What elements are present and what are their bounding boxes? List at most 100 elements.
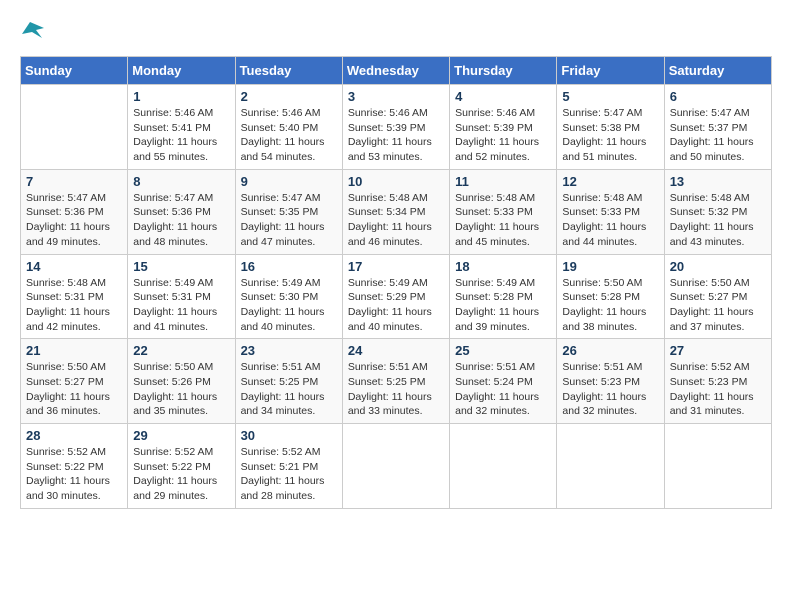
day-detail: Sunrise: 5:47 AMSunset: 5:35 PMDaylight:…	[241, 191, 337, 250]
logo	[20, 20, 44, 46]
day-number: 14	[26, 259, 122, 274]
day-detail: Sunrise: 5:50 AMSunset: 5:27 PMDaylight:…	[670, 276, 766, 335]
calendar-cell: 19 Sunrise: 5:50 AMSunset: 5:28 PMDayligh…	[557, 254, 664, 339]
page-header	[20, 20, 772, 46]
day-number: 4	[455, 89, 551, 104]
column-header-thursday: Thursday	[450, 57, 557, 85]
calendar-cell: 28 Sunrise: 5:52 AMSunset: 5:22 PMDayligh…	[21, 424, 128, 509]
calendar-cell: 5Sunrise: 5:47 AMSunset: 5:38 PMDaylight…	[557, 85, 664, 170]
calendar-cell: 24 Sunrise: 5:51 AMSunset: 5:25 PMDayligh…	[342, 339, 449, 424]
day-detail: Sunrise: 5:52 AMSunset: 5:22 PMDaylight:…	[133, 445, 229, 504]
logo-bird-icon	[22, 20, 44, 42]
day-number: 21	[26, 343, 122, 358]
header-row: SundayMondayTuesdayWednesdayThursdayFrid…	[21, 57, 772, 85]
day-number: 23	[241, 343, 337, 358]
day-number: 30	[241, 428, 337, 443]
day-detail: Sunrise: 5:46 AMSunset: 5:39 PMDaylight:…	[348, 106, 444, 165]
calendar-cell	[664, 424, 771, 509]
calendar-cell: 15 Sunrise: 5:49 AMSunset: 5:31 PMDayligh…	[128, 254, 235, 339]
calendar-body: 1 Sunrise: 5:46 AMSunset: 5:41 PMDaylight…	[21, 85, 772, 509]
calendar-cell: 2 Sunrise: 5:46 AMSunset: 5:40 PMDaylight…	[235, 85, 342, 170]
week-row-1: 1 Sunrise: 5:46 AMSunset: 5:41 PMDaylight…	[21, 85, 772, 170]
day-detail: Sunrise: 5:50 AMSunset: 5:26 PMDaylight:…	[133, 360, 229, 419]
day-number: 24	[348, 343, 444, 358]
calendar-cell: 27 Sunrise: 5:52 AMSunset: 5:23 PMDayligh…	[664, 339, 771, 424]
day-detail: Sunrise: 5:52 AMSunset: 5:22 PMDaylight:…	[26, 445, 122, 504]
calendar-cell: 7 Sunrise: 5:47 AMSunset: 5:36 PMDaylight…	[21, 169, 128, 254]
day-detail: Sunrise: 5:51 AMSunset: 5:25 PMDaylight:…	[241, 360, 337, 419]
day-number: 8	[133, 174, 229, 189]
day-detail: Sunrise: 5:46 AMSunset: 5:40 PMDaylight:…	[241, 106, 337, 165]
day-detail: Sunrise: 5:49 AMSunset: 5:28 PMDaylight:…	[455, 276, 551, 335]
day-number: 12	[562, 174, 658, 189]
day-number: 16	[241, 259, 337, 274]
calendar-cell: 12 Sunrise: 5:48 AMSunset: 5:33 PMDayligh…	[557, 169, 664, 254]
day-detail: Sunrise: 5:50 AMSunset: 5:28 PMDaylight:…	[562, 276, 658, 335]
day-detail: Sunrise: 5:49 AMSunset: 5:30 PMDaylight:…	[241, 276, 337, 335]
day-detail: Sunrise: 5:47 AMSunset: 5:37 PMDaylight:…	[670, 106, 766, 165]
week-row-4: 21Sunrise: 5:50 AMSunset: 5:27 PMDayligh…	[21, 339, 772, 424]
column-header-monday: Monday	[128, 57, 235, 85]
calendar-cell	[21, 85, 128, 170]
calendar-table: SundayMondayTuesdayWednesdayThursdayFrid…	[20, 56, 772, 509]
day-number: 25	[455, 343, 551, 358]
day-number: 26	[562, 343, 658, 358]
day-detail: Sunrise: 5:48 AMSunset: 5:33 PMDaylight:…	[562, 191, 658, 250]
day-detail: Sunrise: 5:47 AMSunset: 5:36 PMDaylight:…	[26, 191, 122, 250]
day-number: 20	[670, 259, 766, 274]
day-detail: Sunrise: 5:46 AMSunset: 5:41 PMDaylight:…	[133, 106, 229, 165]
calendar-cell: 14Sunrise: 5:48 AMSunset: 5:31 PMDayligh…	[21, 254, 128, 339]
day-number: 10	[348, 174, 444, 189]
week-row-3: 14Sunrise: 5:48 AMSunset: 5:31 PMDayligh…	[21, 254, 772, 339]
calendar-cell: 23 Sunrise: 5:51 AMSunset: 5:25 PMDayligh…	[235, 339, 342, 424]
column-header-friday: Friday	[557, 57, 664, 85]
day-detail: Sunrise: 5:49 AMSunset: 5:31 PMDaylight:…	[133, 276, 229, 335]
day-number: 28	[26, 428, 122, 443]
day-number: 11	[455, 174, 551, 189]
day-detail: Sunrise: 5:51 AMSunset: 5:23 PMDaylight:…	[562, 360, 658, 419]
calendar-cell: 18 Sunrise: 5:49 AMSunset: 5:28 PMDayligh…	[450, 254, 557, 339]
calendar-cell: 25Sunrise: 5:51 AMSunset: 5:24 PMDayligh…	[450, 339, 557, 424]
calendar-cell: 8 Sunrise: 5:47 AMSunset: 5:36 PMDaylight…	[128, 169, 235, 254]
day-number: 18	[455, 259, 551, 274]
calendar-cell: 3 Sunrise: 5:46 AMSunset: 5:39 PMDaylight…	[342, 85, 449, 170]
day-number: 9	[241, 174, 337, 189]
calendar-cell	[342, 424, 449, 509]
day-number: 7	[26, 174, 122, 189]
calendar-cell: 21Sunrise: 5:50 AMSunset: 5:27 PMDayligh…	[21, 339, 128, 424]
day-detail: Sunrise: 5:48 AMSunset: 5:34 PMDaylight:…	[348, 191, 444, 250]
week-row-2: 7 Sunrise: 5:47 AMSunset: 5:36 PMDaylight…	[21, 169, 772, 254]
day-number: 27	[670, 343, 766, 358]
calendar-cell	[450, 424, 557, 509]
calendar-cell	[557, 424, 664, 509]
calendar-header: SundayMondayTuesdayWednesdayThursdayFrid…	[21, 57, 772, 85]
day-number: 15	[133, 259, 229, 274]
day-number: 22	[133, 343, 229, 358]
column-header-sunday: Sunday	[21, 57, 128, 85]
column-header-tuesday: Tuesday	[235, 57, 342, 85]
day-detail: Sunrise: 5:52 AMSunset: 5:23 PMDaylight:…	[670, 360, 766, 419]
calendar-cell: 16 Sunrise: 5:49 AMSunset: 5:30 PMDayligh…	[235, 254, 342, 339]
column-header-saturday: Saturday	[664, 57, 771, 85]
day-detail: Sunrise: 5:47 AMSunset: 5:38 PMDaylight:…	[562, 106, 658, 165]
day-number: 13	[670, 174, 766, 189]
calendar-cell: 17Sunrise: 5:49 AMSunset: 5:29 PMDayligh…	[342, 254, 449, 339]
day-number: 2	[241, 89, 337, 104]
day-detail: Sunrise: 5:52 AMSunset: 5:21 PMDaylight:…	[241, 445, 337, 504]
calendar-cell: 30 Sunrise: 5:52 AMSunset: 5:21 PMDayligh…	[235, 424, 342, 509]
day-number: 19	[562, 259, 658, 274]
day-number: 17	[348, 259, 444, 274]
calendar-cell: 9 Sunrise: 5:47 AMSunset: 5:35 PMDaylight…	[235, 169, 342, 254]
calendar-cell: 1 Sunrise: 5:46 AMSunset: 5:41 PMDaylight…	[128, 85, 235, 170]
calendar-cell: 6 Sunrise: 5:47 AMSunset: 5:37 PMDaylight…	[664, 85, 771, 170]
day-detail: Sunrise: 5:46 AMSunset: 5:39 PMDaylight:…	[455, 106, 551, 165]
calendar-cell: 29Sunrise: 5:52 AMSunset: 5:22 PMDayligh…	[128, 424, 235, 509]
day-number: 1	[133, 89, 229, 104]
calendar-cell: 13Sunrise: 5:48 AMSunset: 5:32 PMDayligh…	[664, 169, 771, 254]
calendar-cell: 20 Sunrise: 5:50 AMSunset: 5:27 PMDayligh…	[664, 254, 771, 339]
day-number: 6	[670, 89, 766, 104]
day-number: 3	[348, 89, 444, 104]
day-detail: Sunrise: 5:48 AMSunset: 5:33 PMDaylight:…	[455, 191, 551, 250]
day-detail: Sunrise: 5:47 AMSunset: 5:36 PMDaylight:…	[133, 191, 229, 250]
day-detail: Sunrise: 5:51 AMSunset: 5:25 PMDaylight:…	[348, 360, 444, 419]
